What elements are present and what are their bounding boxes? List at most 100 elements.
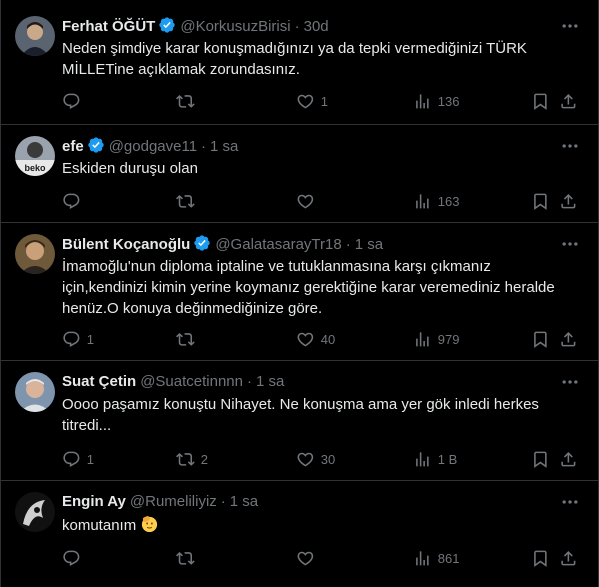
like-button[interactable]: [296, 547, 321, 569]
reply-button[interactable]: [62, 547, 87, 569]
share-button[interactable]: [559, 90, 578, 112]
retweet-count: 2: [200, 451, 208, 467]
timestamp[interactable]: 1 sa: [256, 373, 284, 390]
bookmark-icon: [534, 331, 547, 348]
tweet-header: Bülent Koçanoğlu @GalatasarayTr18 · 1 sa: [62, 234, 558, 258]
author-name[interactable]: Suat Çetin: [62, 373, 136, 390]
bookmark-button[interactable]: [531, 90, 550, 112]
timestamp[interactable]: 1 sa: [210, 138, 238, 155]
tweet-text-line: Oooo paşamız konuştu Nihayet. Ne konuşma…: [62, 396, 539, 413]
tweet-text: Eskiden duruşu olan: [62, 158, 576, 179]
like-count: 1: [320, 93, 328, 109]
bookmark-button[interactable]: [531, 190, 550, 212]
reply-button[interactable]: 1: [62, 328, 94, 350]
bookmark-button[interactable]: [531, 328, 550, 350]
share-button[interactable]: [559, 547, 578, 569]
retweet-button[interactable]: [176, 190, 201, 212]
verified-badge-icon: [193, 234, 211, 258]
share-icon: [561, 193, 576, 209]
view-count: 163: [437, 193, 460, 209]
avatar[interactable]: [15, 372, 55, 412]
share-button[interactable]: [559, 190, 578, 212]
retweet-button[interactable]: [176, 328, 201, 350]
avatar[interactable]: beko: [15, 136, 55, 176]
more-options-icon[interactable]: [560, 372, 580, 392]
action-bar: 1 40 979: [56, 328, 584, 350]
views-button[interactable]: 1 B: [413, 448, 457, 470]
reply-button[interactable]: [62, 90, 87, 112]
tweet[interactable]: Suat Çetin @Suatcetinnnn · 1 sa Oooo paşamı…: [1, 360, 598, 481]
heart-icon: [297, 94, 314, 109]
author-name[interactable]: Engin Ay: [62, 493, 126, 510]
views-chart-icon: [416, 193, 429, 209]
tweet[interactable]: Ferhat ÖĞÜT @KorkusuzBirisi · 30d Neden şim…: [1, 0, 598, 125]
author-handle[interactable]: @GalatasarayTr18: [215, 236, 341, 253]
tweet-text-line: MİLLETine açıklamak zorundasınız.: [62, 61, 300, 78]
heart-icon: [297, 194, 314, 209]
author-name[interactable]: efe: [62, 138, 84, 155]
views-button[interactable]: 861: [413, 547, 459, 569]
share-button[interactable]: [559, 328, 578, 350]
more-options-icon[interactable]: [560, 136, 580, 156]
view-count: 1 B: [437, 451, 458, 467]
bookmark-icon: [534, 550, 547, 567]
avatar[interactable]: [15, 234, 55, 274]
like-button[interactable]: 1: [296, 90, 328, 112]
reply-icon: [63, 451, 80, 467]
more-options-icon[interactable]: [560, 234, 580, 254]
author-handle[interactable]: @godgave11: [109, 138, 197, 155]
timestamp[interactable]: 30d: [304, 18, 329, 35]
reply-button[interactable]: 1: [62, 448, 94, 470]
tweet-text-line: henüz.O konuya değinmediğinize göre.: [62, 300, 323, 317]
tweet-text: Oooo paşamız konuştu Nihayet. Ne konuşma…: [62, 394, 576, 436]
action-bar: 163: [56, 190, 584, 212]
avatar[interactable]: [15, 16, 55, 56]
retweet-icon: [176, 452, 195, 466]
retweet-button[interactable]: 2: [176, 448, 208, 470]
share-icon: [561, 93, 576, 109]
tweet[interactable]: Bülent Koçanoğlu @GalatasarayTr18 · 1 sa İm…: [1, 222, 598, 361]
retweet-button[interactable]: [176, 547, 201, 569]
action-bar: 861: [56, 547, 584, 569]
tweet-text-line: titredi...: [62, 417, 112, 434]
views-chart-icon: [416, 331, 429, 347]
reply-icon: [63, 93, 80, 109]
author-handle[interactable]: @Suatcetinnnn: [140, 373, 243, 390]
views-button[interactable]: 136: [413, 90, 459, 112]
tweet-header: Engin Ay @Rumeliliyiz · 1 sa: [62, 492, 558, 512]
reply-button[interactable]: [62, 190, 87, 212]
timestamp[interactable]: 1 sa: [230, 493, 258, 510]
bookmark-icon: [534, 193, 547, 210]
view-count: 979: [437, 331, 460, 347]
tweet-text-line: İmamoğlu'nun diploma iptaline ve tutukla…: [62, 258, 491, 275]
tweet[interactable]: Engin Ay @Rumeliliyiz · 1 sa komutanım 861: [1, 480, 598, 587]
tweet-text-line: komutanım: [62, 517, 137, 534]
avatar[interactable]: [15, 492, 55, 532]
heart-icon: [297, 551, 314, 566]
separator-dot: ·: [294, 18, 300, 35]
share-icon: [561, 451, 576, 467]
tweet[interactable]: beko efe @godgave11 · 1 sa Eskiden duruşu o…: [1, 124, 598, 223]
bookmark-button[interactable]: [531, 547, 550, 569]
timestamp[interactable]: 1 sa: [355, 236, 383, 253]
share-button[interactable]: [559, 448, 578, 470]
author-name[interactable]: Ferhat ÖĞÜT: [62, 18, 155, 35]
like-button[interactable]: 40: [296, 328, 335, 350]
more-options-icon[interactable]: [560, 492, 580, 512]
views-button[interactable]: 163: [413, 190, 459, 212]
view-count: 861: [437, 550, 460, 566]
bookmark-button[interactable]: [531, 448, 550, 470]
more-options-icon[interactable]: [560, 16, 580, 36]
like-button[interactable]: 30: [296, 448, 335, 470]
author-handle[interactable]: @Rumeliliyiz: [130, 493, 217, 510]
author-name[interactable]: Bülent Koçanoğlu: [62, 236, 190, 253]
action-bar: 1 2 30 1 B: [56, 448, 584, 470]
like-count: 30: [320, 451, 336, 467]
views-button[interactable]: 979: [413, 328, 459, 350]
tweet-header: efe @godgave11 · 1 sa: [62, 136, 558, 160]
like-button[interactable]: [296, 190, 321, 212]
author-handle[interactable]: @KorkusuzBirisi: [180, 18, 290, 35]
tweet-header: Ferhat ÖĞÜT @KorkusuzBirisi · 30d: [62, 16, 558, 40]
action-bar: 1 136: [56, 90, 584, 112]
retweet-button[interactable]: [176, 90, 201, 112]
